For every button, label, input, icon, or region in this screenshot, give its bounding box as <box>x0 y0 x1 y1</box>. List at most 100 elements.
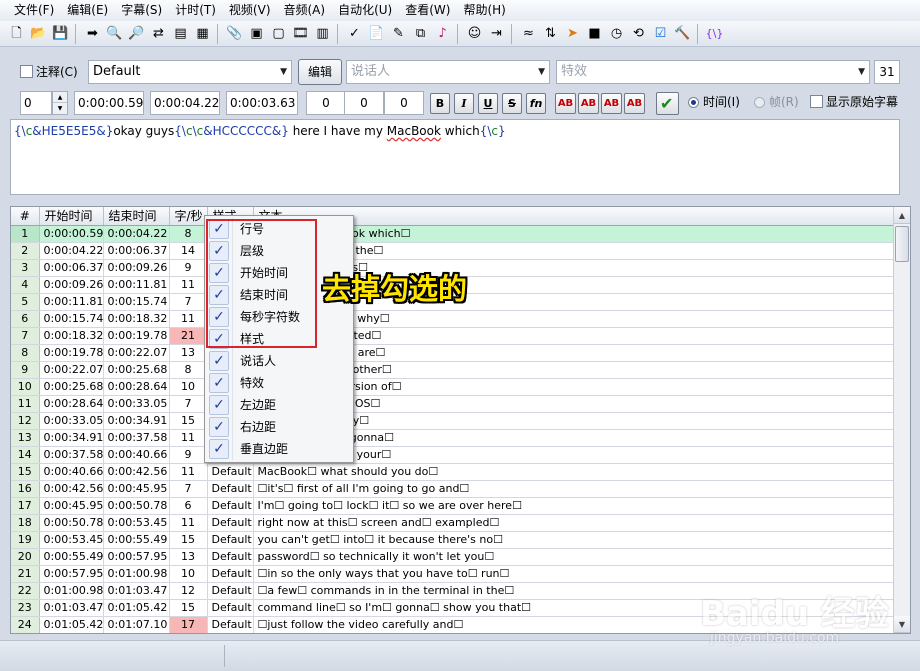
kanji-icon[interactable]: ☺ <box>464 23 485 44</box>
scroll-thumb[interactable] <box>895 226 909 262</box>
subtitle-text-editor[interactable]: {\c&HE5E5E5&}okay guys{\c\c&HCCCCCC&} he… <box>10 119 900 195</box>
vertical-scrollbar[interactable]: ▲ ▼ <box>893 207 910 633</box>
menu-item-column[interactable]: ✓ 右边距 <box>207 416 352 438</box>
check-icon[interactable]: ☑ <box>650 23 671 44</box>
margin-vertical-input[interactable]: 0 <box>384 91 424 115</box>
edit-style-button[interactable]: 编辑 <box>298 59 342 85</box>
tags-icon[interactable]: {\} <box>704 23 725 44</box>
scroll-up-icon[interactable]: ▲ <box>894 207 910 224</box>
table-row[interactable]: 19 0:00:53.45 0:00:55.49 15 Default you can't… <box>11 531 894 549</box>
menu-item[interactable]: 字幕(S) <box>115 0 169 21</box>
underline-button[interactable]: U <box>478 93 498 114</box>
end-time-input[interactable]: 0:00:04.22 <box>150 91 220 115</box>
menu-item[interactable]: 音频(A) <box>278 0 333 21</box>
menu-item-column[interactable]: ✓ 说话人 <box>207 350 352 372</box>
table-row[interactable]: 140:00:37.580:00:40.669et locked out of☐… <box>11 446 894 464</box>
table-row[interactable]: 16 0:00:42.56 0:00:45.95 7 Default ☐it's☐ fir… <box>11 480 894 498</box>
table-row[interactable]: 10:00:00.590:00:04.228I have my MacBook … <box>11 225 894 243</box>
menu-item[interactable]: 自动化(U) <box>332 0 399 21</box>
table-row[interactable]: 130:00:34.910:00:37.5811ahead and☐ I'm g… <box>11 429 894 447</box>
find-next-icon[interactable]: 🔎 <box>126 23 147 44</box>
table-row[interactable]: 70:00:18.320:00:19.7821eo because I want… <box>11 327 894 345</box>
col-header-number[interactable]: # <box>11 207 40 226</box>
col-header-start[interactable]: 开始时间 <box>39 207 104 226</box>
table-row[interactable]: 18 0:00:50.78 0:00:53.45 11 Default right now… <box>11 514 894 532</box>
table-row[interactable]: 20 0:00:55.49 0:00:57.95 13 Default password☐… <box>11 548 894 566</box>
sort-icon[interactable]: ⇅ <box>540 23 561 44</box>
clock-icon[interactable]: ◷ <box>606 23 627 44</box>
snapshot-icon[interactable]: ▥ <box>312 23 333 44</box>
col-header-end[interactable]: 结束时间 <box>103 207 170 226</box>
video-icon[interactable]: ▣ <box>246 23 267 44</box>
menu-item[interactable]: 文件(F) <box>8 0 61 21</box>
italic-button[interactable]: I <box>454 93 474 114</box>
font-button[interactable]: fn <box>526 93 546 114</box>
attachments-icon[interactable]: 📎 <box>224 23 245 44</box>
actor-input[interactable]: 说话人 ▼ <box>346 60 550 84</box>
duration-input[interactable]: 0:00:03.63 <box>226 91 298 115</box>
commit-button[interactable]: ✔ <box>656 92 679 115</box>
layer-spinner[interactable]: ▲ ▼ <box>52 91 68 115</box>
film-icon[interactable]: 🎞 <box>290 23 311 44</box>
table-row[interactable]: 90:00:22.070:00:25.688☐ done on any☐ oth… <box>11 361 894 379</box>
video-detach-icon[interactable]: ▢ <box>268 23 289 44</box>
new-icon[interactable]: 🗋 <box>6 23 27 44</box>
spin-up-icon[interactable]: ▲ <box>53 92 67 103</box>
table-row[interactable]: 120:00:33.050:00:34.9115ierra☐ this☐ is … <box>11 412 894 430</box>
assistant-icon[interactable]: ⧉ <box>410 23 431 44</box>
start-time-input[interactable]: 0:00:00.59 <box>74 91 144 115</box>
menu-item[interactable]: 视频(V) <box>223 0 278 21</box>
menu-item[interactable]: 计时(T) <box>169 0 223 21</box>
cps-cell: 10 <box>169 378 208 396</box>
style-select[interactable]: Default ▼ <box>88 60 292 84</box>
spellcheck-icon[interactable]: ✓ <box>344 23 365 44</box>
replace-icon[interactable]: ⇄ <box>148 23 169 44</box>
margin-left-input[interactable]: 0 <box>306 91 346 115</box>
spin-down-icon[interactable]: ▼ <box>53 103 67 114</box>
fish-icon[interactable]: ➤ <box>562 23 583 44</box>
open-icon[interactable]: 📂 <box>28 23 49 44</box>
bold-button[interactable]: B <box>430 93 450 114</box>
document-icon[interactable]: 📄 <box>366 23 387 44</box>
chevron-down-icon: ▼ <box>280 67 287 77</box>
margin-right-input[interactable]: 0 <box>344 91 384 115</box>
properties-icon[interactable]: ▤ <box>170 23 191 44</box>
stop-icon[interactable]: ■ <box>584 23 605 44</box>
menu-item[interactable]: 帮助(H) <box>457 0 512 21</box>
menu-item-column[interactable]: ✓ 左边距 <box>207 394 352 416</box>
save-icon[interactable]: 💾 <box>50 23 71 44</box>
primary-color-button[interactable]: AB <box>555 93 576 114</box>
table-row[interactable]: 60:00:15.740:00:18.3211e password I do☐ … <box>11 310 894 328</box>
menu-item[interactable]: 编辑(E) <box>61 0 115 21</box>
find-icon[interactable]: 🔍 <box>104 23 125 44</box>
arrow-right-icon[interactable]: ➡ <box>82 23 103 44</box>
table-row[interactable]: 21 0:00:57.95 0:01:00.98 10 Default ☐in so th… <box>11 565 894 583</box>
shadow-color-button[interactable]: AB <box>624 93 645 114</box>
effect-input[interactable]: 特效 ▼ <box>556 60 870 84</box>
table-row[interactable]: 17 0:00:45.95 0:00:50.78 6 Default I'm☐ going… <box>11 497 894 515</box>
time-radio[interactable] <box>688 97 699 108</box>
visual-typeset-icon[interactable]: ≈ <box>518 23 539 44</box>
comment-checkbox[interactable] <box>20 65 33 78</box>
frame-radio[interactable] <box>754 97 765 108</box>
menu-item[interactable]: 查看(W) <box>399 0 457 21</box>
strikeout-button[interactable]: S <box>502 93 522 114</box>
table-row[interactable]: 15 0:00:40.66 0:00:42.56 11 Default MacBook☐ … <box>11 463 894 481</box>
show-original-checkbox[interactable] <box>810 95 823 108</box>
outline-color-button[interactable]: AB <box>601 93 622 114</box>
wrench-icon[interactable]: 🔨 <box>672 23 693 44</box>
shift-times-icon[interactable]: ⇥ <box>486 23 507 44</box>
table-row[interactable]: 110:00:28.640:00:33.057unning the latest… <box>11 395 894 413</box>
karaoke-icon[interactable]: ♪ <box>432 23 453 44</box>
layer-input[interactable]: 0 <box>20 91 52 115</box>
table-row[interactable]: 80:00:19.780:00:22.0713so that no doubts… <box>11 344 894 362</box>
menu-item-column[interactable]: ✓ 垂直边距 <box>207 438 352 460</box>
menu-item-column[interactable]: ✓ 特效 <box>207 372 352 394</box>
styles-icon[interactable]: ▦ <box>192 23 213 44</box>
table-row[interactable]: 100:00:25.680:00:28.6410☐ any other☐ ver… <box>11 378 894 396</box>
resample-icon[interactable]: ⟲ <box>628 23 649 44</box>
table-row[interactable]: 20:00:04.220:00:06.3714☐ models it's got… <box>11 242 894 260</box>
secondary-color-button[interactable]: AB <box>578 93 599 114</box>
col-header-cps[interactable]: 字/秒 <box>169 207 208 226</box>
translate-icon[interactable]: ✎ <box>388 23 409 44</box>
